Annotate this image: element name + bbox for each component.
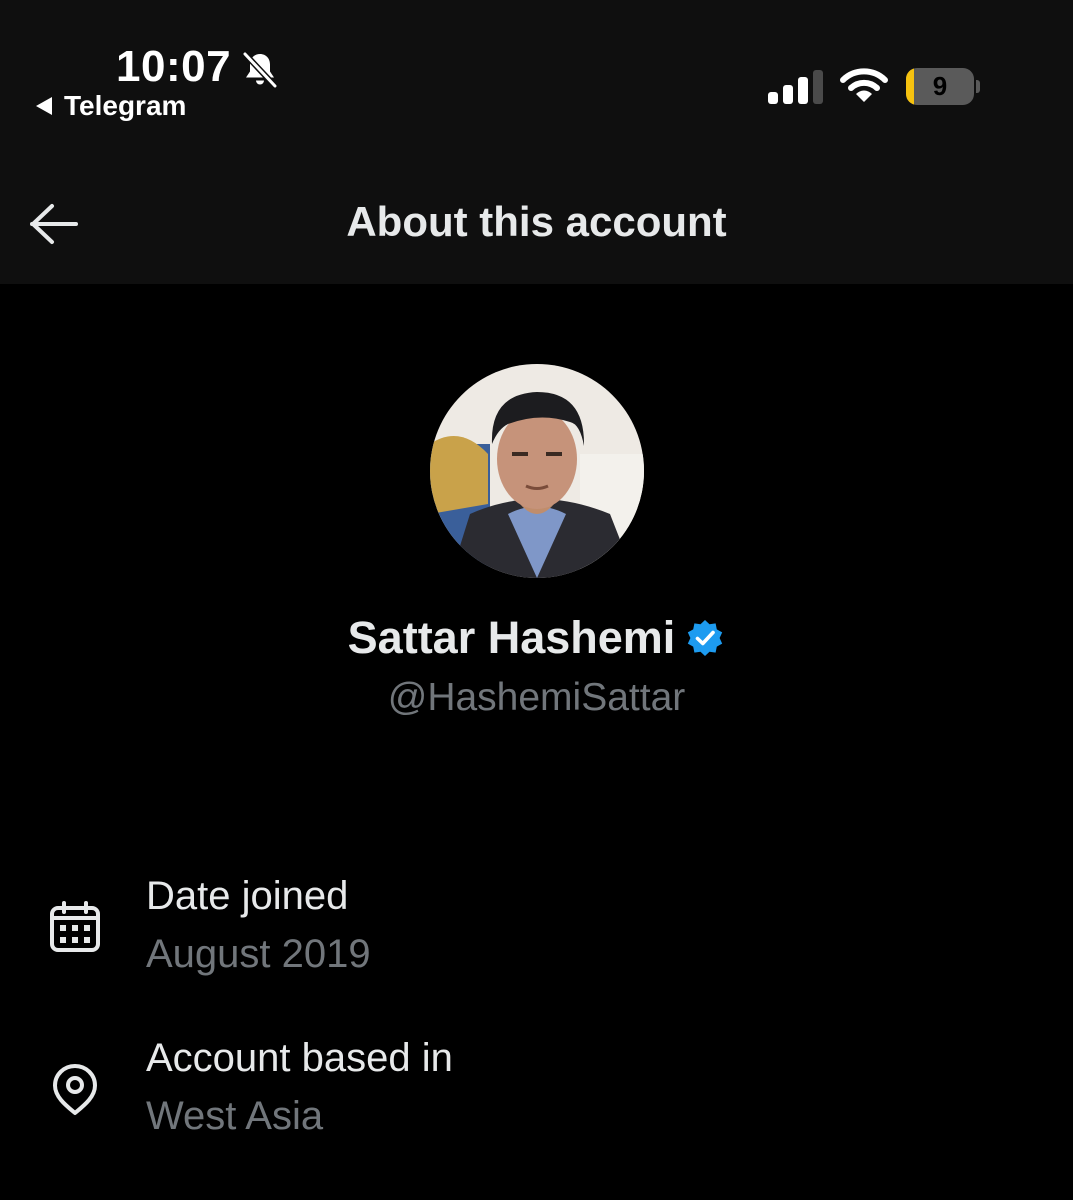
- bell-slash-icon: [242, 51, 278, 89]
- signal-icon: [768, 70, 823, 104]
- profile-photo: [430, 364, 644, 578]
- avatar[interactable]: [430, 364, 644, 578]
- status-time: 10:07: [116, 42, 232, 91]
- based-in-value: West Asia: [146, 1094, 324, 1138]
- based-in-label: Account based in: [146, 1036, 453, 1080]
- user-handle: @HashemiSattar: [387, 676, 686, 719]
- location-pin-icon: [53, 1064, 97, 1115]
- date-joined-label: Date joined: [146, 874, 349, 918]
- verified-badge-icon: [688, 620, 723, 656]
- back-triangle-icon: [36, 97, 52, 115]
- back-to-app-link[interactable]: Telegram: [34, 90, 186, 122]
- battery-cap: [976, 80, 980, 93]
- display-name: Sattar Hashemi: [347, 612, 676, 663]
- page-header: About this account: [0, 140, 1073, 284]
- display-name-row: Sattar Hashemi: [0, 612, 1073, 664]
- status-bar: 10:07 Telegram 9: [0, 0, 1073, 140]
- battery-level: 9: [932, 71, 948, 101]
- back-app-label: Telegram: [64, 90, 187, 121]
- battery-icon: 9: [906, 68, 974, 105]
- calendar-icon: [50, 901, 100, 952]
- wifi-icon: [840, 68, 888, 102]
- date-joined-value: August 2019: [146, 932, 371, 976]
- page-title: About this account: [346, 198, 727, 245]
